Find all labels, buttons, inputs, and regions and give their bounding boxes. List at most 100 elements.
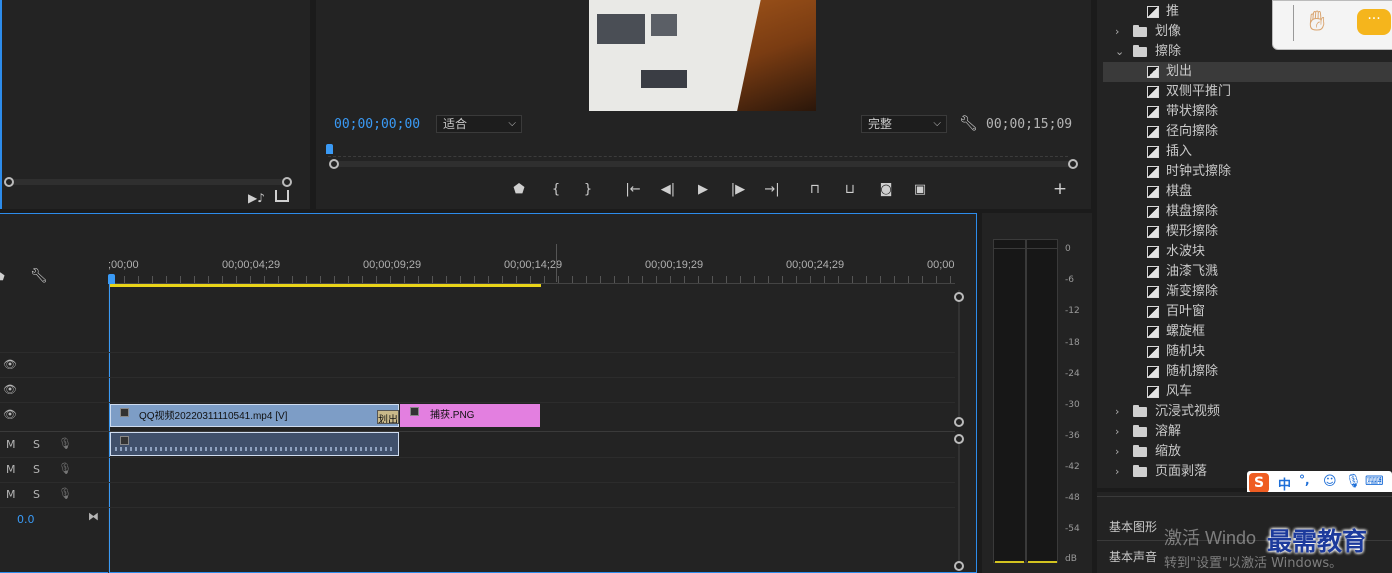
work-area-bar[interactable] — [110, 284, 541, 287]
effects-item[interactable]: 棋盘擦除 — [1103, 202, 1392, 222]
fit-dropdown[interactable]: 适合 ⌵ — [436, 115, 522, 133]
effects-item[interactable]: 水波块 — [1103, 242, 1392, 262]
effects-item[interactable]: 插入 — [1103, 142, 1392, 162]
audio-scroll-track[interactable] — [958, 440, 960, 565]
effects-item-label: 带状擦除 — [1166, 104, 1219, 119]
wrench-icon[interactable]: 🔧︎ — [30, 268, 48, 284]
effects-item[interactable]: 油漆飞溅 — [1103, 262, 1392, 282]
lift-icon[interactable]: ⊓ — [805, 179, 825, 199]
effects-item[interactable]: 风车 — [1103, 382, 1392, 402]
sogou-logo-icon[interactable]: S — [1249, 473, 1269, 493]
video-clip[interactable]: QQ视频20220311110541.mp4 [V] 划出 — [110, 404, 399, 427]
audio-scroll-handle-bottom[interactable] — [954, 561, 964, 571]
effects-item[interactable]: 渐变擦除 — [1103, 282, 1392, 302]
source-scroll-track[interactable] — [8, 179, 290, 185]
mute-button[interactable]: M — [6, 438, 16, 451]
effects-item[interactable]: 双侧平推门 — [1103, 82, 1392, 102]
microphone-icon[interactable]: 🎙︎ — [58, 462, 72, 475]
effects-item[interactable]: 划出 — [1103, 62, 1392, 82]
go-to-in-icon[interactable]: |← — [623, 179, 643, 199]
marker-icon[interactable]: ⬟ — [0, 272, 5, 283]
effects-item[interactable]: 随机块 — [1103, 342, 1392, 362]
transition-marker[interactable]: 划出 — [377, 410, 399, 424]
solo-button[interactable]: S — [33, 463, 40, 476]
mark-in-icon[interactable]: { — [546, 179, 566, 199]
keyboard-icon[interactable]: ⌨ — [1365, 474, 1384, 489]
track-separator — [0, 377, 955, 378]
eye-icon[interactable]: 👁︎ — [3, 408, 17, 421]
source-zoom-handle-left[interactable] — [4, 177, 14, 187]
go-to-out-icon[interactable]: →| — [762, 179, 782, 199]
basic-graphics-tab[interactable]: 基本图形 — [1109, 518, 1157, 535]
step-back-icon[interactable]: ◀| — [658, 179, 678, 199]
folder-icon — [1133, 405, 1147, 417]
add-marker-icon[interactable]: ⬟ — [509, 179, 529, 199]
effects-item[interactable]: 百叶窗 — [1103, 302, 1392, 322]
step-forward-icon[interactable]: |▶ — [728, 179, 748, 199]
comparison-view-icon[interactable]: ▣ — [910, 179, 930, 199]
playback-resolution-dropdown[interactable]: 完整 ⌵ — [861, 115, 947, 133]
ime-punct[interactable]: °, — [1299, 473, 1310, 487]
effects-item[interactable]: 楔形擦除 — [1103, 222, 1392, 242]
transition-effect-icon — [1147, 126, 1159, 138]
program-scroll-track[interactable] — [334, 161, 1072, 167]
basic-sound-tab[interactable]: 基本声音 — [1109, 548, 1157, 565]
audio-clip[interactable] — [110, 432, 399, 456]
effects-item[interactable]: 径向擦除 — [1103, 122, 1392, 142]
timeline-playhead[interactable] — [108, 274, 115, 284]
mute-button[interactable]: M — [6, 488, 16, 501]
effects-item[interactable]: 随机擦除 — [1103, 362, 1392, 382]
mark-out-icon[interactable]: } — [578, 179, 598, 199]
video-scroll-handle-bottom[interactable] — [954, 417, 964, 427]
program-mini-ruler[interactable] — [328, 145, 1068, 157]
insert-audio-icon[interactable]: ▶♪ — [248, 191, 265, 205]
program-zoom-handle-right[interactable] — [1068, 159, 1078, 169]
add-button-icon[interactable]: + — [1050, 179, 1070, 199]
audio-scroll-handle-top[interactable] — [954, 434, 964, 444]
camera-icon[interactable]: ◙ — [876, 179, 896, 199]
solo-button[interactable]: S — [33, 488, 40, 501]
png-clip[interactable]: 捕获.PNG — [400, 404, 540, 427]
effects-folder[interactable]: › 沉浸式视频 — [1103, 402, 1392, 422]
chevron-down-icon[interactable]: ⌄ — [1115, 42, 1124, 62]
chevron-right-icon[interactable]: › — [1115, 422, 1119, 442]
db-label: -30 — [1065, 400, 1080, 410]
chevron-right-icon[interactable]: › — [1115, 402, 1119, 422]
effects-item[interactable]: 带状擦除 — [1103, 102, 1392, 122]
solo-button[interactable]: S — [33, 438, 40, 451]
audio-waveform — [115, 447, 395, 451]
bowtie-icon[interactable]: ⧓ — [88, 510, 99, 523]
effects-folder[interactable]: › 缩放 — [1103, 442, 1392, 462]
emoji-icon[interactable]: ☺ — [1323, 474, 1337, 489]
export-frame-icon[interactable] — [275, 190, 289, 202]
chat-bubble-icon[interactable]: ··· — [1357, 9, 1391, 35]
chevron-right-icon[interactable]: › — [1115, 22, 1119, 42]
effects-item[interactable]: 棋盘 — [1103, 182, 1392, 202]
effects-item[interactable]: 螺旋框 — [1103, 322, 1392, 342]
effects-folder[interactable]: › 溶解 — [1103, 422, 1392, 442]
chevron-right-icon[interactable]: › — [1115, 462, 1119, 482]
master-volume-value[interactable]: 0.0 — [17, 513, 35, 526]
wrench-icon[interactable]: 🔧︎ — [959, 114, 978, 132]
eye-icon[interactable]: 👁︎ — [3, 358, 17, 371]
microphone-icon[interactable]: 🎙︎ — [1345, 474, 1362, 489]
source-zoom-handle-right[interactable] — [282, 177, 292, 187]
program-playhead[interactable] — [326, 144, 333, 154]
ruler-label: 00;00;09;29 — [363, 259, 422, 271]
video-scroll-handle-top[interactable] — [954, 292, 964, 302]
chevron-right-icon[interactable]: › — [1115, 442, 1119, 462]
program-zoom-handle-left[interactable] — [329, 159, 339, 169]
mute-button[interactable]: M — [6, 463, 16, 476]
microphone-icon[interactable]: 🎙︎ — [58, 487, 72, 500]
timeline-ruler[interactable] — [110, 276, 955, 284]
ime-mode[interactable]: 中 — [1278, 474, 1291, 493]
playhead-timecode[interactable]: 00;00;00;00 — [334, 117, 420, 132]
eye-icon[interactable]: 👁︎ — [3, 383, 17, 396]
extract-icon[interactable]: ⊔ — [840, 179, 860, 199]
ruler-label: ;00;00 — [108, 259, 139, 271]
play-icon[interactable]: ▶ — [693, 179, 713, 199]
effects-item[interactable]: 时钟式擦除 — [1103, 162, 1392, 182]
hand-icon[interactable]: ✋︎ — [1309, 4, 1325, 38]
video-scroll-track[interactable] — [958, 290, 960, 420]
microphone-icon[interactable]: 🎙︎ — [58, 437, 72, 450]
